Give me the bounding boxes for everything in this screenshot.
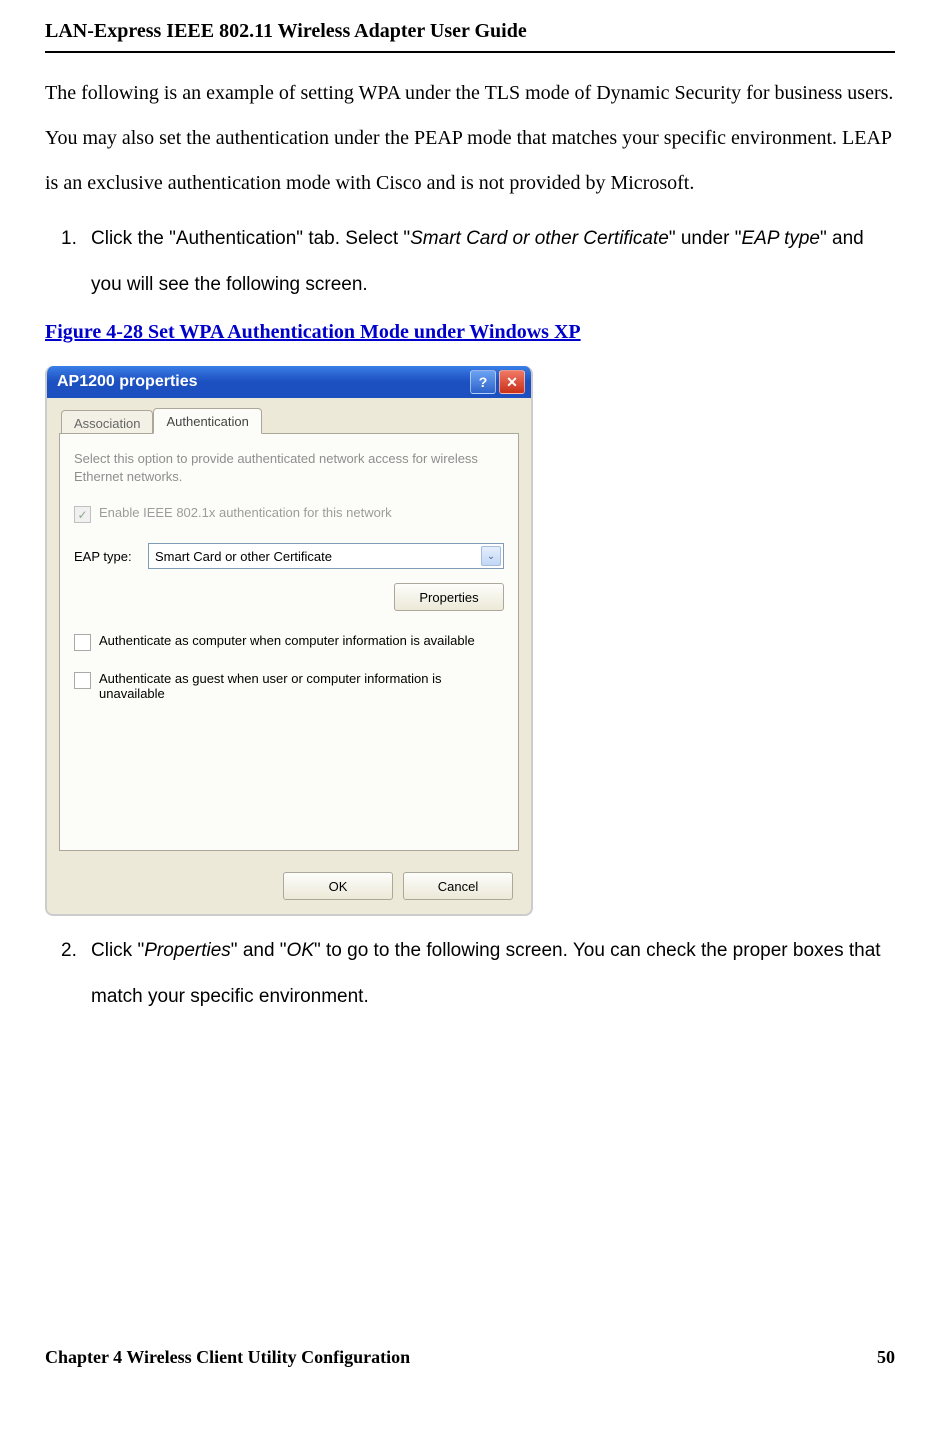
footer-page-number: 50 xyxy=(877,1347,895,1368)
close-button[interactable]: ✕ xyxy=(499,370,525,394)
tab-authentication[interactable]: Authentication xyxy=(153,408,261,434)
step-1-text-b: Smart Card or other Certificate xyxy=(410,228,669,249)
eap-type-label: EAP type: xyxy=(74,549,138,564)
cancel-button[interactable]: Cancel xyxy=(403,872,513,900)
step-2-text-d: OK xyxy=(287,940,314,961)
auth-guest-checkbox[interactable] xyxy=(74,672,91,689)
eap-type-value: Smart Card or other Certificate xyxy=(155,549,332,564)
chevron-down-icon: ⌄ xyxy=(481,546,501,566)
doc-header-title: LAN-Express IEEE 802.11 Wireless Adapter… xyxy=(45,20,895,43)
dialog-button-row: OK Cancel xyxy=(283,872,513,900)
enable-8021x-label: Enable IEEE 802.1x authentication for th… xyxy=(99,505,392,520)
check-icon: ✓ xyxy=(77,509,87,521)
step-1-number: 1. xyxy=(61,216,91,262)
properties-row: Properties xyxy=(74,583,504,611)
dialog-titlebar: AP1200 properties ? ✕ xyxy=(47,366,531,398)
step-1-text-a: Click the "Authentication" tab. Select " xyxy=(91,228,410,249)
eap-type-row: EAP type: Smart Card or other Certificat… xyxy=(74,543,504,569)
step-1-text-d: EAP type xyxy=(741,228,820,249)
help-button[interactable]: ? xyxy=(470,370,496,394)
dialog-title: AP1200 properties xyxy=(57,373,198,391)
properties-dialog: AP1200 properties ? ✕ Association Authen… xyxy=(45,366,533,916)
step-2-number: 2. xyxy=(61,928,91,974)
dialog-body: Association Authentication Select this o… xyxy=(47,398,531,914)
step-2-text-c: " and " xyxy=(231,940,287,961)
footer-chapter: Chapter 4 Wireless Client Utility Config… xyxy=(45,1347,410,1368)
eap-type-dropdown[interactable]: Smart Card or other Certificate ⌄ xyxy=(148,543,504,569)
titlebar-buttons: ? ✕ xyxy=(470,370,525,394)
ok-button[interactable]: OK xyxy=(283,872,393,900)
intro-paragraph: The following is an example of setting W… xyxy=(45,71,895,206)
enable-8021x-row: ✓ Enable IEEE 802.1x authentication for … xyxy=(74,505,504,523)
step-1: 1.Click the "Authentication" tab. Select… xyxy=(45,216,895,307)
step-2: 2.Click "Properties" and "OK" to go to t… xyxy=(45,928,895,1019)
auth-computer-label: Authenticate as computer when computer i… xyxy=(99,633,475,648)
panel-description: Select this option to provide authentica… xyxy=(74,450,504,485)
header-rule xyxy=(45,51,895,53)
auth-guest-label: Authenticate as guest when user or compu… xyxy=(99,671,504,701)
enable-8021x-checkbox[interactable]: ✓ xyxy=(74,506,91,523)
step-2-text-a: Click " xyxy=(91,940,144,961)
page-footer: Chapter 4 Wireless Client Utility Config… xyxy=(45,1347,895,1368)
tab-panel-authentication: Select this option to provide authentica… xyxy=(59,433,519,851)
step-2-text-b: Properties xyxy=(144,940,231,961)
tab-strip: Association Authentication xyxy=(61,408,519,434)
properties-button[interactable]: Properties xyxy=(394,583,504,611)
figure-caption: Figure 4-28 Set WPA Authentication Mode … xyxy=(45,321,895,344)
step-1-text-c: " under " xyxy=(669,228,742,249)
page: LAN-Express IEEE 802.11 Wireless Adapter… xyxy=(0,0,940,1390)
auth-guest-row: Authenticate as guest when user or compu… xyxy=(74,671,504,701)
auth-computer-row: Authenticate as computer when computer i… xyxy=(74,633,504,651)
auth-computer-checkbox[interactable] xyxy=(74,634,91,651)
